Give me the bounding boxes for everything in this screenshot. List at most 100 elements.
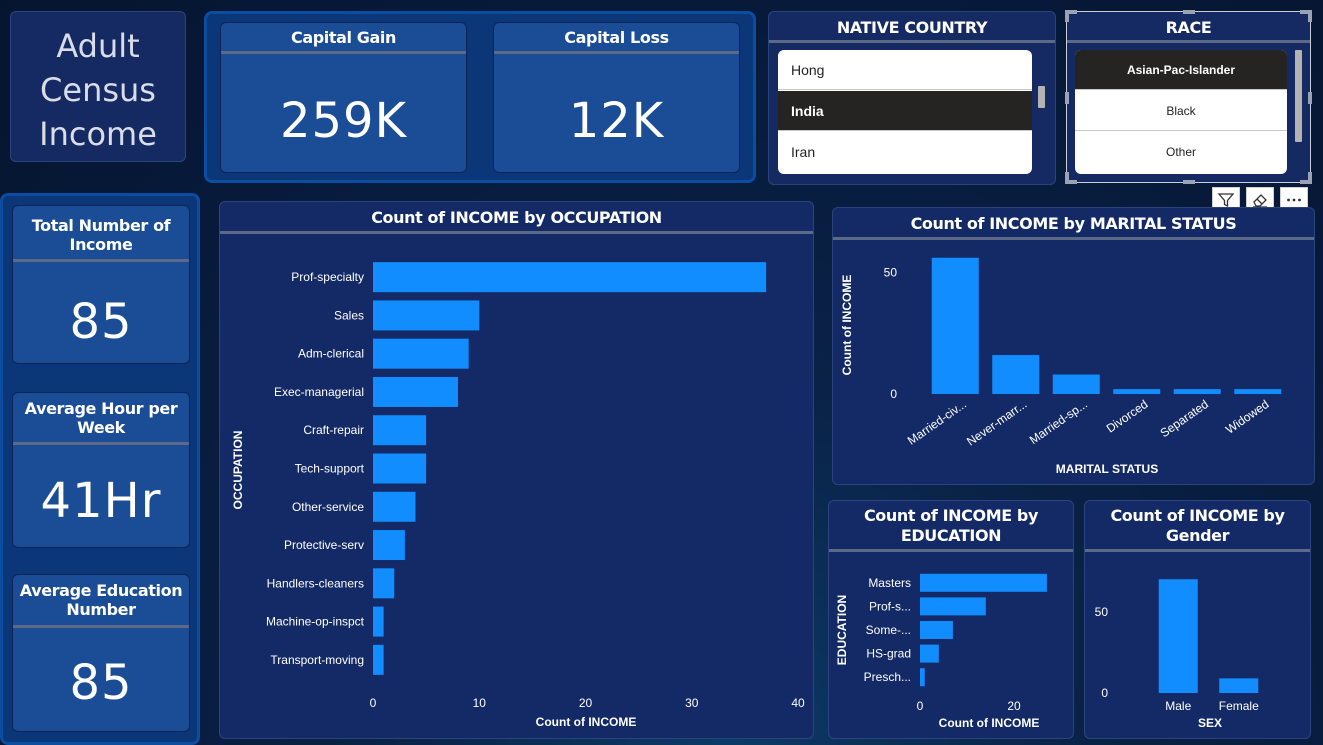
chart-gender[interactable]: Count of INCOME by Gender 0 50 Male Female S… bbox=[1084, 500, 1311, 739]
category-label: Some-... bbox=[866, 623, 911, 637]
slicer-item-india[interactable]: India bbox=[778, 91, 1032, 131]
x-tick-label: 20 bbox=[579, 696, 593, 710]
x-tick-label: 30 bbox=[685, 696, 699, 710]
bar[interactable] bbox=[920, 573, 1047, 592]
kpi-group-top: Capital Gain 259K Capital Loss 12K bbox=[204, 11, 756, 183]
resize-handle[interactable] bbox=[1308, 10, 1312, 22]
category-label: Craft-repair bbox=[303, 423, 364, 437]
resize-handle[interactable] bbox=[1065, 92, 1069, 104]
kpi-label-line: Total Number of bbox=[31, 216, 171, 235]
x-tick-label: 40 bbox=[791, 696, 805, 710]
category-label: HS-grad bbox=[866, 647, 911, 661]
occupation-bar-chart: Prof-specialty Sales Adm-clerical Exec-mana… bbox=[231, 262, 805, 729]
chart-education[interactable]: Count of INCOME by EDUCATION Masters Prof… bbox=[828, 500, 1074, 739]
bar[interactable] bbox=[373, 453, 427, 484]
report-title-line: Income bbox=[39, 115, 157, 153]
x-axis-title: MARITAL STATUS bbox=[1056, 462, 1158, 476]
kpi-label-line: Week bbox=[77, 418, 125, 437]
bar[interactable] bbox=[931, 257, 979, 394]
chart-marital-status[interactable]: Count of INCOME by MARITAL STATUS 0 50 Mar… bbox=[832, 207, 1315, 485]
resize-handle[interactable] bbox=[1183, 180, 1195, 184]
bar[interactable] bbox=[992, 355, 1040, 394]
kpi-divider bbox=[13, 625, 189, 628]
y-axis-title: OCCUPATION bbox=[231, 431, 245, 510]
kpi-card-average-education[interactable]: Average Education Number 85 bbox=[12, 574, 190, 732]
bar[interactable] bbox=[1113, 389, 1161, 394]
bar[interactable] bbox=[1219, 678, 1259, 693]
kpi-label: Average Education Number bbox=[13, 581, 189, 619]
kpi-card-capital-loss[interactable]: Capital Loss 12K bbox=[493, 22, 740, 173]
resize-handle[interactable] bbox=[1308, 92, 1312, 104]
category-label: Exec-managerial bbox=[274, 385, 364, 399]
kpi-divider bbox=[13, 259, 189, 262]
slicer-item-iran[interactable]: Iran bbox=[778, 132, 1032, 172]
kpi-divider bbox=[13, 442, 189, 445]
slicer-item-black[interactable]: Black bbox=[1075, 91, 1287, 131]
resize-handle[interactable] bbox=[1065, 10, 1069, 22]
category-label: Female bbox=[1219, 699, 1259, 713]
bar[interactable] bbox=[373, 338, 469, 369]
kpi-group-left: Total Number of Income 85 Average Hour p… bbox=[0, 193, 200, 745]
report-title-line: Census bbox=[40, 71, 156, 109]
bar[interactable] bbox=[920, 668, 925, 687]
report-title-card: Adult Census Income bbox=[10, 11, 186, 162]
kpi-label: Total Number of Income bbox=[13, 216, 189, 254]
resize-handle[interactable] bbox=[1065, 172, 1069, 184]
bar[interactable] bbox=[373, 491, 416, 522]
marital-status-bar-chart: 0 50 Married-civ...Never-marr...Married-sp… bbox=[840, 257, 1282, 476]
slicer-native-country: NATIVE COUNTRY Hong India Iran bbox=[768, 11, 1056, 185]
y-tick-label: 50 bbox=[1095, 605, 1109, 619]
bar[interactable] bbox=[1158, 579, 1198, 693]
bar[interactable] bbox=[1052, 374, 1100, 394]
y-tick-label: 0 bbox=[1101, 686, 1108, 700]
kpi-divider bbox=[221, 51, 466, 54]
kpi-card-total-income[interactable]: Total Number of Income 85 bbox=[12, 205, 190, 364]
kpi-card-average-hour[interactable]: Average Hour per Week 41Hr bbox=[12, 392, 190, 548]
slicer-item-other[interactable]: Other bbox=[1075, 132, 1287, 172]
bar[interactable] bbox=[373, 530, 405, 561]
report-title-line: Adult bbox=[56, 27, 140, 65]
category-label: Masters bbox=[868, 576, 911, 590]
bar[interactable] bbox=[1173, 389, 1221, 394]
education-bar-chart: Masters Prof-s... Some-... HS-grad Presch...… bbox=[835, 573, 1047, 730]
bar[interactable] bbox=[373, 376, 458, 407]
category-label: Married-sp... bbox=[1027, 397, 1090, 447]
resize-handle[interactable] bbox=[1183, 10, 1195, 14]
bar[interactable] bbox=[1234, 389, 1282, 394]
bar[interactable] bbox=[373, 300, 480, 331]
category-label: Transport-moving bbox=[270, 653, 364, 667]
kpi-label-line: Number bbox=[66, 600, 136, 619]
bar[interactable] bbox=[373, 415, 427, 446]
slicer-item-hong[interactable]: Hong bbox=[778, 50, 1032, 90]
category-label: Married-civ... bbox=[905, 397, 969, 448]
slicer-scrollbar[interactable] bbox=[1295, 50, 1302, 142]
bar[interactable] bbox=[373, 606, 384, 637]
bar[interactable] bbox=[920, 644, 939, 663]
kpi-label: Capital Loss bbox=[564, 28, 669, 47]
category-label: Prof-specialty bbox=[291, 270, 364, 284]
gender-bar-chart: 0 50 Male Female SEX bbox=[1095, 579, 1259, 730]
kpi-card-capital-gain[interactable]: Capital Gain 259K bbox=[220, 22, 467, 173]
category-label: Male bbox=[1165, 699, 1191, 713]
x-tick-label: 10 bbox=[473, 696, 487, 710]
kpi-label: Capital Gain bbox=[291, 28, 396, 47]
kpi-value: 259K bbox=[279, 93, 408, 149]
bar[interactable] bbox=[373, 568, 395, 599]
category-label: Separated bbox=[1158, 397, 1211, 440]
bar[interactable] bbox=[373, 644, 384, 675]
report-title: Adult Census Income bbox=[11, 24, 185, 156]
slicer-scrollbar[interactable] bbox=[1038, 86, 1045, 108]
resize-handle[interactable] bbox=[1308, 172, 1312, 184]
kpi-label-line: Average Hour per bbox=[24, 399, 178, 418]
slicer-title: RACE bbox=[1165, 18, 1212, 37]
x-axis-title: Count of INCOME bbox=[939, 716, 1040, 730]
x-tick-label: 20 bbox=[1007, 699, 1021, 713]
category-label: Tech-support bbox=[295, 462, 365, 476]
kpi-label-line: Average Education bbox=[19, 581, 183, 600]
bar[interactable] bbox=[920, 621, 953, 639]
slicer-item-asian-pac-islander[interactable]: Asian-Pac-Islander bbox=[1075, 50, 1287, 90]
bar[interactable] bbox=[373, 262, 767, 293]
slicer-divider bbox=[769, 40, 1055, 43]
bar[interactable] bbox=[920, 597, 986, 616]
chart-occupation[interactable]: Count of INCOME by OCCUPATION Prof-speci… bbox=[219, 201, 814, 739]
